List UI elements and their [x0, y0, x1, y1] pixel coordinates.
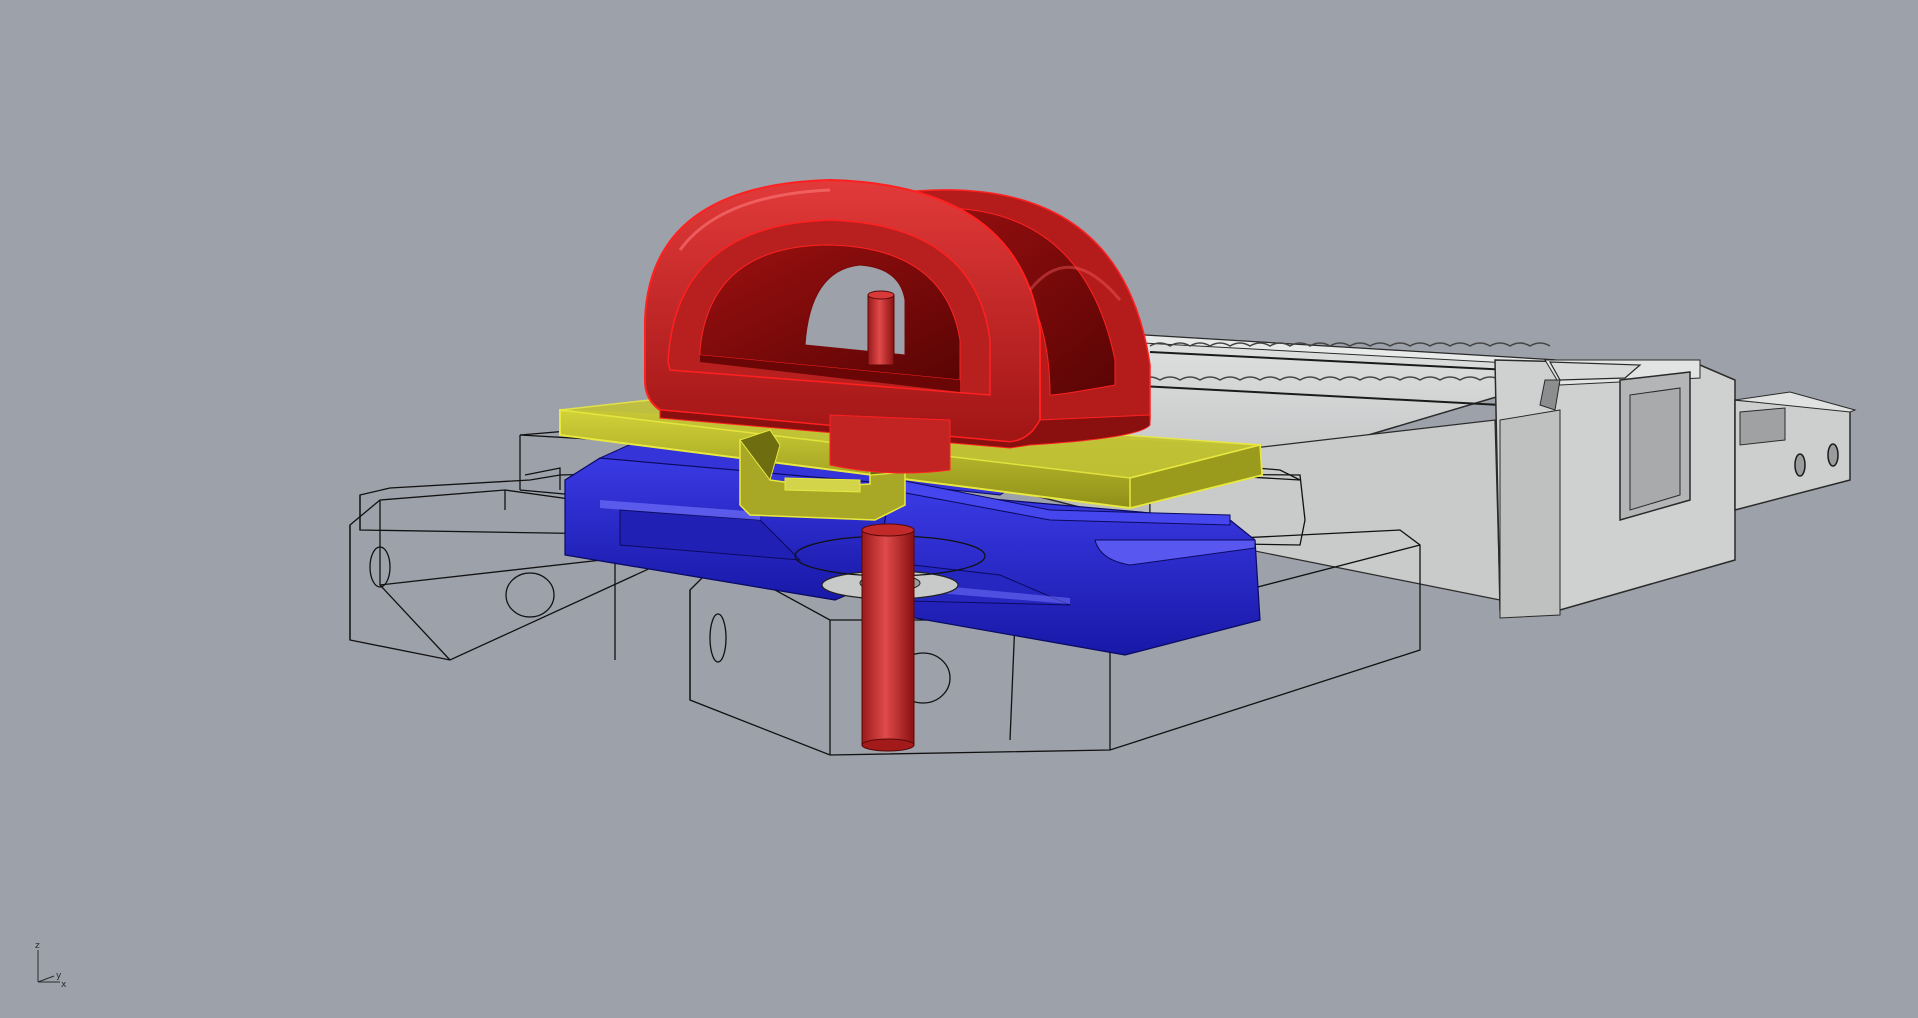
model-scene[interactable] — [0, 0, 1918, 1018]
axis-x-label: x — [61, 980, 67, 988]
3d-viewport[interactable]: z y x — [0, 0, 1918, 1018]
axis-indicator: z y x — [35, 942, 67, 988]
shaft-red[interactable] — [861, 523, 915, 752]
axis-z-label: z — [35, 942, 40, 951]
